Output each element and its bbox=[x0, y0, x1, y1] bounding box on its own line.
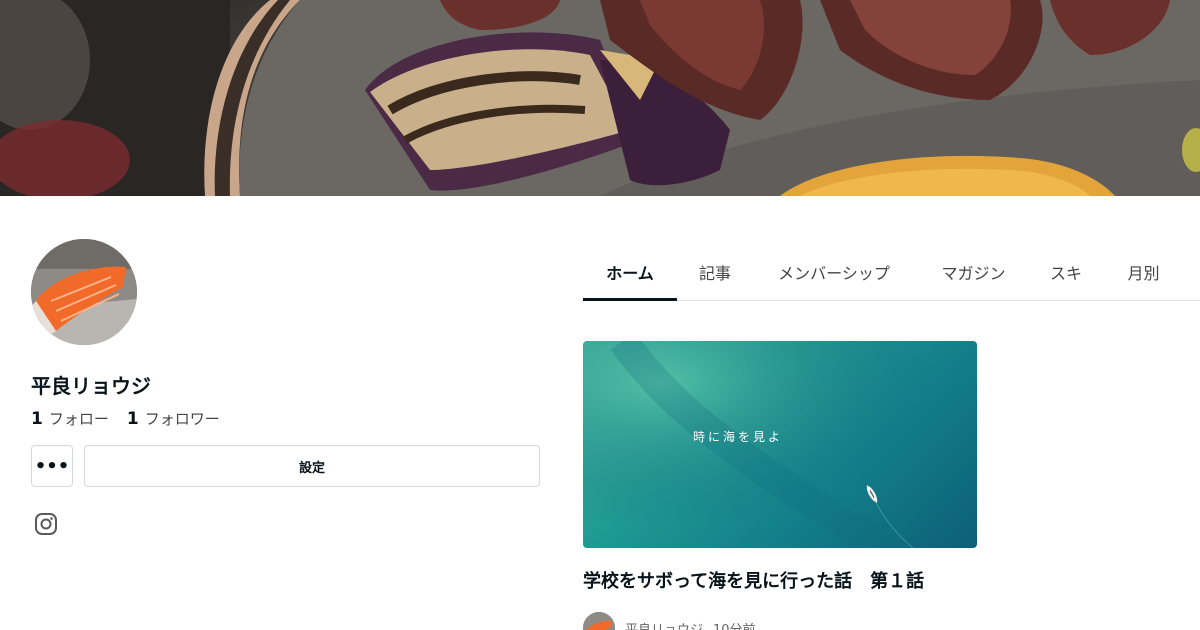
cover-image bbox=[0, 0, 1200, 196]
thumbnail-text: 時に海を見よ bbox=[692, 430, 783, 444]
instagram-icon[interactable] bbox=[34, 512, 58, 536]
profile-avatar[interactable] bbox=[31, 239, 137, 345]
tab-likes[interactable]: スキ bbox=[1032, 244, 1100, 300]
follower-label[interactable]: フォロワー bbox=[145, 408, 220, 429]
tab-monthly[interactable]: 月別 bbox=[1100, 244, 1187, 300]
tab-membership[interactable]: メンバーシップ bbox=[753, 244, 915, 300]
profile-name: 平良リョウジ bbox=[31, 374, 151, 398]
article-thumbnail[interactable]: 時に海を見よ bbox=[583, 341, 977, 548]
tab-home[interactable]: ホーム bbox=[583, 244, 677, 301]
follow-count[interactable]: 1 bbox=[31, 409, 43, 429]
follower-count[interactable]: 1 bbox=[127, 409, 139, 429]
profile-tabs: ホーム 記事 メンバーシップ マガジン スキ 月別 bbox=[583, 244, 1200, 301]
tab-magazine[interactable]: マガジン bbox=[915, 244, 1032, 300]
follow-stats: 1 フォロー 1 フォロワー bbox=[31, 408, 220, 429]
author-avatar[interactable] bbox=[583, 612, 615, 630]
follow-label[interactable]: フォロー bbox=[49, 408, 109, 429]
article-title[interactable]: 学校をサボって海を見に行った話 第１話 bbox=[583, 567, 924, 593]
tab-articles[interactable]: 記事 bbox=[677, 244, 753, 300]
settings-button[interactable]: 設定 bbox=[84, 445, 540, 487]
article-meta: 平良リョウジ 10分前 bbox=[583, 612, 756, 630]
author-name[interactable]: 平良リョウジ bbox=[625, 619, 703, 630]
article-time: 10分前 bbox=[713, 622, 756, 630]
more-options-button[interactable]: ••• bbox=[31, 445, 73, 487]
